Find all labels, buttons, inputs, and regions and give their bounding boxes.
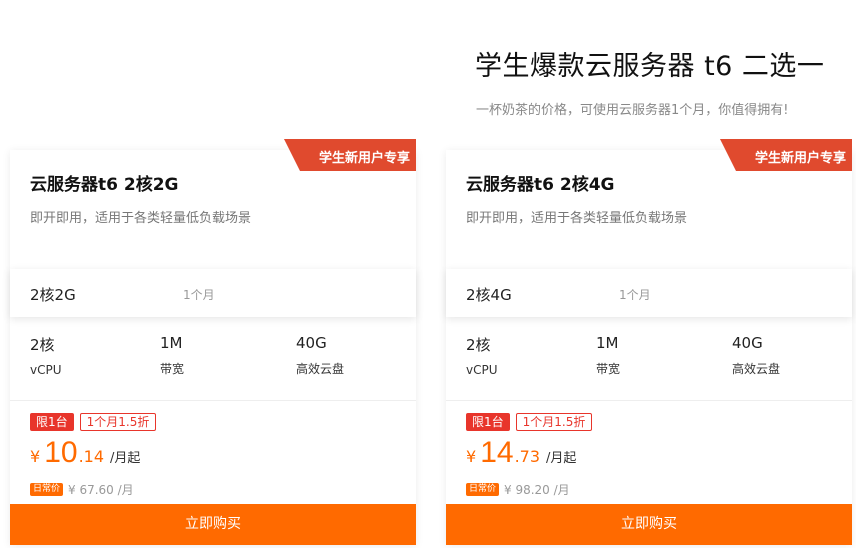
- original-price: 日常价 ¥ 98.20 /月: [466, 481, 570, 498]
- spec-name: 2核2G: [30, 286, 76, 304]
- original-price: 日常价 ¥ 67.60 /月: [30, 481, 134, 498]
- page-title: 学生爆款云服务器 t6 二选一: [475, 51, 825, 82]
- stat-label: 高效云盘: [296, 362, 345, 376]
- stat-value: 1M: [160, 334, 183, 352]
- product-card-2c2g: 学生新用户专享 云服务器t6 2核2G 即开即用，适用于各类轻量低负载场景 2核…: [10, 139, 416, 545]
- stat-value: 2核: [30, 336, 55, 354]
- stat-bandwidth: 1M 带宽: [596, 334, 620, 377]
- ribbon-label: 学生新用户专享: [754, 151, 846, 166]
- price-unit: /月起: [110, 451, 141, 466]
- card-title: 云服务器t6 2核2G: [30, 175, 179, 195]
- price: ¥ 14 .73 /月起: [466, 436, 576, 470]
- stat-disk: 40G 高效云盘: [732, 334, 780, 377]
- card-description: 即开即用，适用于各类轻量低负载场景: [30, 211, 252, 226]
- discount-tag: 1个月1.5折: [515, 413, 593, 431]
- spec-name: 2核4G: [466, 286, 512, 304]
- tag-group: 限1台 1个月1.5折: [30, 413, 157, 431]
- price-integer: 10: [44, 436, 78, 469]
- stat-value: 40G: [296, 334, 327, 352]
- buy-button[interactable]: 立即购买: [10, 504, 416, 545]
- currency-symbol: ¥: [30, 447, 41, 466]
- divider: [446, 400, 852, 401]
- spec-selector[interactable]: 2核2G 1个月: [10, 269, 416, 317]
- stat-vcpu: 2核 vCPU: [30, 334, 62, 377]
- stat-value: 2核: [466, 336, 491, 354]
- original-price-badge: 日常价: [30, 483, 64, 496]
- stat-vcpu: 2核 vCPU: [466, 334, 498, 377]
- stat-label: vCPU: [30, 363, 62, 377]
- original-price-badge: 日常价: [466, 483, 500, 496]
- spec-selector[interactable]: 2核4G 1个月: [446, 269, 852, 317]
- stat-label: 带宽: [596, 362, 621, 376]
- stat-bandwidth: 1M 带宽: [160, 334, 184, 377]
- limit-tag: 限1台: [466, 413, 510, 431]
- stat-label: 带宽: [160, 362, 185, 376]
- divider: [10, 400, 416, 401]
- promo-ribbon: 学生新用户专享: [720, 139, 852, 171]
- spec-period: 1个月: [619, 288, 651, 302]
- price-integer: 14: [480, 436, 514, 469]
- price: ¥ 10 .14 /月起: [30, 436, 140, 470]
- original-price-text: ¥ 98.20 /月: [504, 483, 570, 497]
- currency-symbol: ¥: [466, 447, 477, 466]
- stat-disk: 40G 高效云盘: [296, 334, 344, 377]
- price-decimal: .73: [514, 447, 541, 466]
- tag-group: 限1台 1个月1.5折: [466, 413, 593, 431]
- card-description: 即开即用，适用于各类轻量低负载场景: [466, 211, 688, 226]
- promo-ribbon: 学生新用户专享: [284, 139, 416, 171]
- discount-tag: 1个月1.5折: [79, 413, 157, 431]
- page-subtitle: 一杯奶茶的价格，可使用云服务器1个月，你值得拥有!: [476, 103, 789, 118]
- stat-label: vCPU: [466, 363, 498, 377]
- stat-label: 高效云盘: [732, 362, 781, 376]
- stat-value: 40G: [732, 334, 763, 352]
- spec-period: 1个月: [183, 288, 215, 302]
- price-decimal: .14: [78, 447, 105, 466]
- limit-tag: 限1台: [30, 413, 74, 431]
- original-price-text: ¥ 67.60 /月: [68, 483, 134, 497]
- card-title: 云服务器t6 2核4G: [466, 175, 615, 195]
- product-card-2c4g: 学生新用户专享 云服务器t6 2核4G 即开即用，适用于各类轻量低负载场景 2核…: [446, 139, 852, 545]
- ribbon-label: 学生新用户专享: [318, 151, 410, 166]
- price-unit: /月起: [546, 451, 577, 466]
- buy-button[interactable]: 立即购买: [446, 504, 852, 545]
- stat-value: 1M: [596, 334, 619, 352]
